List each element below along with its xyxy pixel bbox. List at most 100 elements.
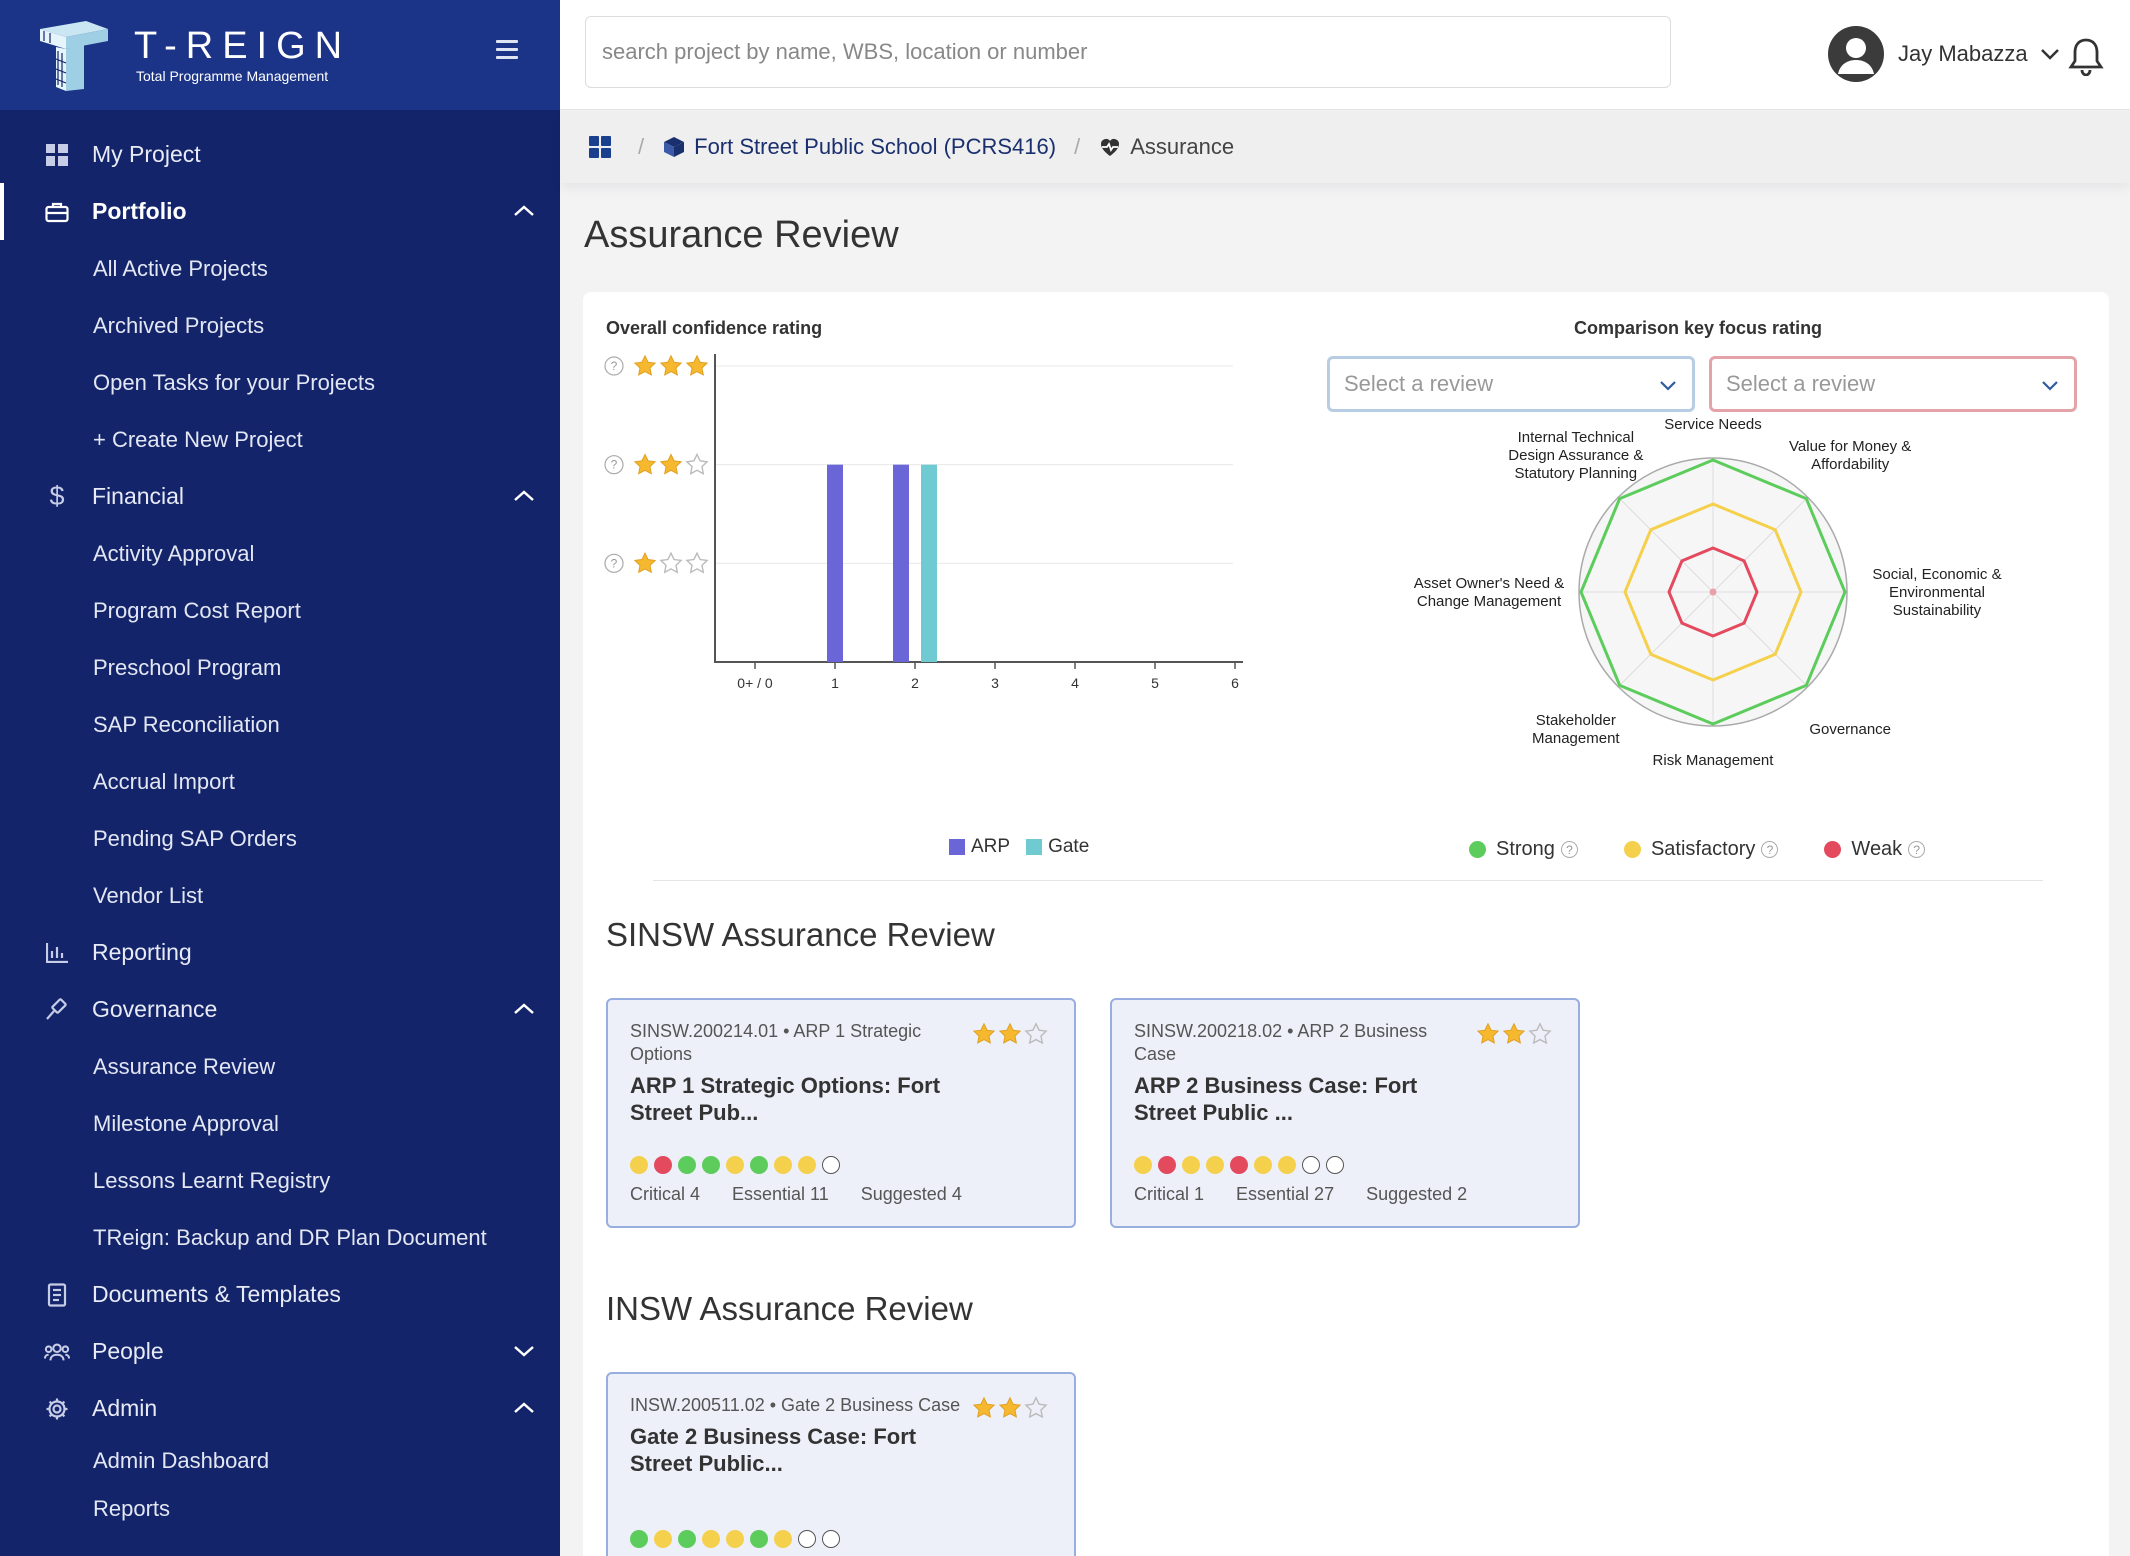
dollar-icon: $ (49, 481, 65, 511)
bell-icon[interactable] (2068, 36, 2104, 76)
legend-item-weak: Weak? (1824, 838, 1926, 861)
divider (653, 880, 2043, 881)
breadcrumb-project-label: Fort Street Public School (PCRS416) (694, 134, 1057, 159)
sidebar-subitem-preschool-program[interactable]: Preschool Program (0, 639, 560, 696)
focus-dot (654, 1530, 672, 1548)
star-filled-icon (972, 1022, 996, 1044)
sidebar-subitem-vendor-list[interactable]: Vendor List (0, 867, 560, 924)
help-icon[interactable]: ? (1908, 841, 1926, 858)
sidebar-item-label: My Project (92, 141, 201, 167)
bar-arp[interactable] (827, 464, 843, 662)
help-icon[interactable]: ? (1560, 841, 1578, 858)
legend-dot (1824, 841, 1842, 858)
x-tick-label: 2 (911, 675, 919, 691)
legend-swatch (949, 839, 965, 855)
comparison-chart-title: Comparison key focus rating (1574, 318, 1823, 338)
chevron-up-icon[interactable] (512, 999, 536, 1019)
sidebar-item-my-project[interactable]: My Project (0, 126, 560, 183)
sidebar-subitem-archived-projects[interactable]: Archived Projects (0, 297, 560, 354)
legend-item-gate[interactable]: Gate (1026, 836, 1089, 858)
confidence-chart-title: Overall confidence rating (606, 318, 823, 338)
critical-count: Critical 4 (630, 1184, 701, 1204)
t-reign-logo (40, 21, 108, 91)
bar-gate[interactable] (921, 464, 937, 662)
brand-name: T-REIGN (134, 25, 352, 67)
hamburger-menu-icon[interactable] (496, 40, 518, 60)
sidebar-item-portfolio[interactable]: Portfolio (0, 183, 560, 240)
radar-axis-label: Value for Money & Affordability (1789, 438, 1911, 473)
review-title: Gate 2 Business Case: Fort Street Public… (630, 1424, 917, 1476)
sidebar-subitem-program-cost-report[interactable]: Program Cost Report (0, 582, 560, 639)
chevron-up-icon[interactable] (512, 201, 536, 221)
sidebar-subitem-create-new-project[interactable]: + Create New Project (0, 411, 560, 468)
radar-axis-label: Stakeholder Management (1532, 712, 1620, 747)
review-card[interactable]: SINSW.200218.02 • ARP 2 Business Case AR… (1110, 998, 1580, 1228)
chevron-down-icon[interactable] (2040, 47, 2060, 61)
star-filled-icon (633, 453, 657, 475)
star-rating (972, 1022, 1048, 1046)
focus-dot (750, 1156, 768, 1174)
sidebar-subitem-reports[interactable]: Reports (0, 1485, 560, 1533)
sidebar-item-admin[interactable]: Admin (0, 1380, 560, 1437)
page-title: Assurance Review (584, 214, 899, 256)
sidebar-subitem-activity-approval[interactable]: Activity Approval (0, 525, 560, 582)
key-focus-radar-chart: Service Needs Value for Money & Affordabil… (1414, 416, 2002, 769)
bar-chart-legend: ARP Gate (949, 836, 1089, 858)
sidebar-item-financial[interactable]: $ Financial (0, 468, 560, 525)
sidebar-subitem-milestone-approval[interactable]: Milestone Approval (0, 1095, 560, 1152)
sidebar-subitem-open-tasks[interactable]: Open Tasks for your Projects (0, 354, 560, 411)
confidence-bar-chart: ??? 0+ / 0 1 2 3 4 5 6 (604, 354, 1243, 691)
sidebar-subitem-accrual-import[interactable]: Accrual Import (0, 753, 560, 810)
radar-axis-label: Social, Economic & Environmental Sustainab… (1872, 566, 2001, 619)
sidebar-subitem-lessons-learnt-registry[interactable]: Lessons Learnt Registry (0, 1152, 560, 1209)
sidebar-subitem-pending-sap-orders[interactable]: Pending SAP Orders (0, 810, 560, 867)
suggested-count: Suggested 2 (1366, 1184, 1468, 1204)
assurance-card: Overall confidence rating Comparison key… (583, 292, 2109, 1556)
sidebar-subitem-backup-dr-plan[interactable]: TReign: Backup and DR Plan Document (0, 1209, 560, 1266)
radar-axis-label: Governance (1809, 721, 1891, 738)
help-icon-glyph: ? (611, 556, 618, 570)
sidebar-subitem-admin-dashboard[interactable]: Admin Dashboard (0, 1437, 560, 1485)
sidebar-item-documents-templates[interactable]: Documents & Templates (0, 1266, 560, 1323)
sidebar-item-people[interactable]: People (0, 1323, 560, 1380)
sidebar-item-reporting[interactable]: Reporting (0, 924, 560, 981)
gear-icon (44, 1396, 70, 1422)
focus-dot (1182, 1156, 1200, 1174)
sidebar-item-label: Portfolio (92, 198, 187, 224)
star-filled-icon (659, 453, 683, 475)
sidebar-subitem-sap-reconciliation[interactable]: SAP Reconciliation (0, 696, 560, 753)
focus-dot (678, 1156, 696, 1174)
review-card[interactable]: INSW.200511.02 • Gate 2 Business Case Ga… (606, 1372, 1076, 1556)
user-menu[interactable]: Jay Mabazza (1828, 26, 2060, 82)
focus-dot (1254, 1156, 1272, 1174)
sidebar-subitem-assurance-review[interactable]: Assurance Review (0, 1038, 560, 1095)
dashboard-grid-icon[interactable] (588, 135, 612, 159)
search-input[interactable] (585, 16, 1671, 88)
legend-item-arp[interactable]: ARP (949, 836, 1010, 858)
star-rating (972, 1396, 1048, 1420)
chevron-up-icon[interactable] (512, 1398, 536, 1418)
chevron-down-icon[interactable] (512, 1341, 536, 1361)
sidebar-nav: My Project Portfolio All Active Projects… (0, 110, 560, 1533)
sidebar-subitem-all-active-projects[interactable]: All Active Projects (0, 240, 560, 297)
review-code: SINSW.200214.01 • ARP 1 Strategic Option… (630, 1021, 922, 1064)
chart-axes (714, 354, 1243, 663)
critical-count: Critical 1 (1134, 1184, 1205, 1204)
help-icon[interactable]: ? (1761, 841, 1779, 858)
x-tick-label: 4 (1071, 675, 1079, 691)
breadcrumb-current: Assurance (1098, 134, 1234, 160)
breadcrumb-project-link[interactable]: Fort Street Public School (PCRS416) (662, 134, 1056, 160)
sidebar-item-label: People (92, 1338, 164, 1364)
focus-dot (630, 1530, 648, 1548)
sidebar-item-governance[interactable]: Governance (0, 981, 560, 1038)
legend-label: ARP (971, 836, 1011, 857)
focus-dot (798, 1156, 816, 1174)
avatar[interactable] (1828, 26, 1884, 82)
legend-item-strong: Strong? (1469, 838, 1578, 861)
focus-dot (1326, 1156, 1344, 1174)
focus-dot (774, 1156, 792, 1174)
bar-arp[interactable] (893, 464, 909, 662)
chevron-up-icon[interactable] (512, 486, 536, 506)
review-card[interactable]: SINSW.200214.01 • ARP 1 Strategic Option… (606, 998, 1076, 1228)
radar-axis-label: Internal Technical Design Assurance & Stat… (1508, 429, 1643, 482)
